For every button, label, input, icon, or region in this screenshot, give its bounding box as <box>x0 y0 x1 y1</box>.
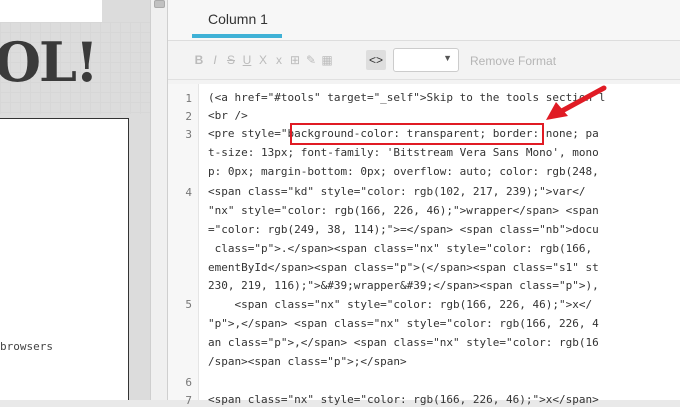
strikethrough-button[interactable]: S <box>224 53 238 67</box>
source-code-button[interactable]: <> <box>366 50 386 70</box>
line-number: 4 <box>185 186 192 199</box>
vertical-scrollbar[interactable] <box>150 0 168 400</box>
bold-button[interactable]: B <box>192 53 206 67</box>
code-line: 230, 219, 116);">&#39;wrapper&#39;</span… <box>208 279 599 292</box>
underline-button[interactable]: U <box>240 53 254 67</box>
preview-top-area <box>0 0 102 22</box>
line-number-gutter: 1 2 3 4 5 6 7 <box>168 84 199 407</box>
remove-format-button[interactable]: Remove Format <box>470 54 556 68</box>
preview-logo-text: OL! <box>0 30 99 94</box>
code-line: class="p">.</span><span class="nx" style… <box>208 242 593 255</box>
active-tab-indicator <box>192 34 282 38</box>
chevron-down-icon: ▼ <box>443 53 452 63</box>
line-number: 6 <box>185 376 192 389</box>
line-number: 7 <box>185 394 192 407</box>
code-line: "p">,</span> <span class="nx" style="col… <box>208 317 599 330</box>
line-number: 1 <box>185 92 192 105</box>
tab-bar: Column 1 <box>168 0 680 41</box>
format-select[interactable]: ▼ <box>393 48 459 72</box>
code-line: p: 0px; margin-bottom: 0px; overflow: au… <box>208 165 599 178</box>
preview-browsers-text: browsers <box>0 340 53 353</box>
italic-button[interactable]: I <box>208 53 222 67</box>
page-preview-pane: OL! browsers <box>0 0 150 400</box>
scrollbar-thumb[interactable] <box>154 0 165 8</box>
code-line: <span class="nx" style="color: rgb(166, … <box>208 298 593 311</box>
code-line: ="color: rgb(249, 38, 114);">=</span> <s… <box>208 223 599 236</box>
code-line: "nx" style="color: rgb(166, 226, 46);">w… <box>208 204 599 217</box>
preview-content-panel <box>0 118 129 400</box>
code-line: an class="p">,</span> <span class="nx" s… <box>208 336 599 349</box>
line-number: 5 <box>185 298 192 311</box>
highlight-annotation-box <box>290 123 544 145</box>
subscript-button[interactable]: x <box>272 53 286 67</box>
edit-icon[interactable]: ✎ <box>304 53 318 67</box>
code-line: ementById</span><span class="p">(</span>… <box>208 261 599 274</box>
code-line: <span class="kd" style="color: rgb(102, … <box>208 185 586 198</box>
code-line: t-size: 13px; font-family: 'Bitstream Ve… <box>208 146 599 159</box>
annotation-arrow-icon <box>546 85 607 120</box>
paste-icon[interactable]: ▦ <box>320 53 334 67</box>
line-number: 3 <box>185 128 192 141</box>
insert-image-icon[interactable]: ⊞ <box>288 53 302 67</box>
tab-column-1[interactable]: Column 1 <box>192 0 282 40</box>
superscript-button[interactable]: X <box>256 53 270 67</box>
code-line: /span><span class="p">;</span> <box>208 355 407 368</box>
code-line: <span class="nx" style="color: rgb(166, … <box>208 393 599 406</box>
tab-label: Column 1 <box>208 11 268 27</box>
line-number: 2 <box>185 110 192 123</box>
code-line: <br /> <box>208 109 248 122</box>
